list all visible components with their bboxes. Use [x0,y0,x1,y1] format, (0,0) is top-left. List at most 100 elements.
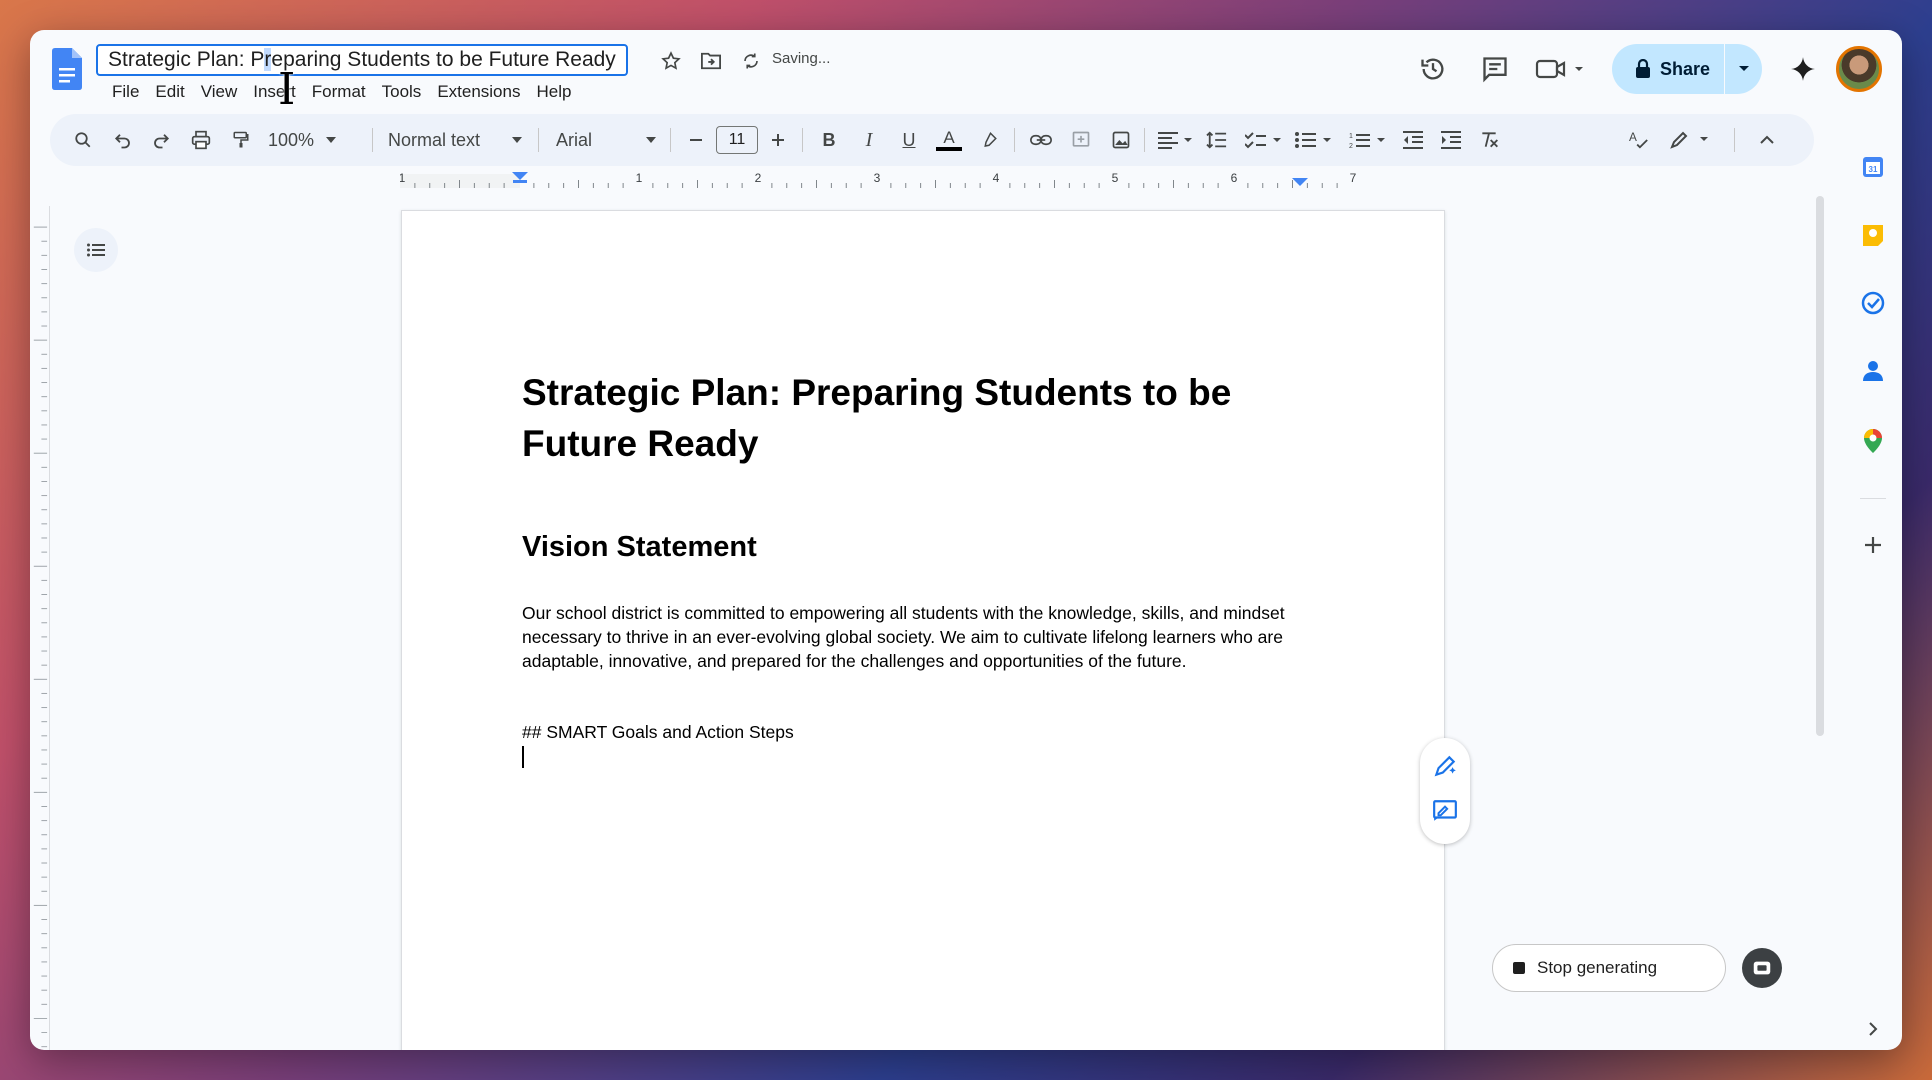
menu-bar: File Edit View Insert Format Tools Exten… [104,78,579,106]
insert-image-icon[interactable] [1106,114,1136,166]
document-heading-title: Strategic Plan: Preparing Students to be… [522,372,1232,464]
ruler-label: 2 [755,171,762,185]
svg-text:1: 1 [1349,133,1353,140]
saving-status: Saving... [772,50,831,67]
maps-icon[interactable] [1858,426,1888,456]
add-addon-plus-icon[interactable] [1858,530,1888,560]
print-icon[interactable] [186,114,216,166]
title-text-before: Strategic Plan: P [108,48,265,71]
ruler-label: 1 [400,171,406,185]
add-comment-icon[interactable] [1066,114,1096,166]
expand-panel-chevron-right-icon[interactable] [1858,1014,1888,1044]
version-history-icon[interactable] [1416,52,1450,86]
tasks-icon[interactable] [1858,288,1888,318]
increase-font-size-icon[interactable] [766,114,790,166]
highlight-color-icon[interactable] [974,114,1004,166]
outline-list-icon [87,243,105,257]
paint-format-icon[interactable] [226,114,256,166]
search-menus-icon[interactable] [68,114,98,166]
gemini-sparkle-icon[interactable] [1786,52,1820,86]
suggest-edits-icon[interactable] [1432,798,1458,829]
checklist-icon[interactable] [1242,114,1286,166]
redo-icon[interactable] [146,114,176,166]
menu-edit[interactable]: Edit [147,78,192,106]
docs-window: Strategic Plan: Preparing Students to be… [30,30,1902,1050]
help-me-write-icon[interactable] [1432,753,1458,784]
paragraph-style-value: Normal text [388,129,481,150]
menu-format[interactable]: Format [304,78,374,106]
ruler-label: 3 [874,171,881,185]
insert-link-icon[interactable] [1026,114,1056,166]
clear-formatting-icon[interactable] [1474,114,1504,166]
editing-mode-icon[interactable] [1666,114,1714,166]
hide-menus-chevron-up-icon[interactable] [1752,114,1782,166]
chevron-down-icon [512,137,522,143]
bulleted-list-icon[interactable] [1292,114,1336,166]
comments-icon[interactable] [1478,52,1512,86]
vision-paragraph: Our school district is committed to empo… [522,603,1285,671]
move-folder-icon[interactable] [698,48,724,74]
document-page[interactable]: Strategic Plan: Preparing Students to be… [401,210,1445,1050]
ruler-label: 1 [636,171,643,185]
chevron-down-icon [646,137,656,143]
share-button[interactable]: Share [1612,44,1762,94]
title-text-after: eparing Students to be Future Ready [271,48,616,71]
bold-icon[interactable]: B [814,114,844,166]
avatar[interactable] [1836,46,1882,92]
stop-generating-button[interactable]: Stop generating [1492,944,1726,992]
horizontal-ruler: 1 1 2 3 4 5 6 7 [400,171,1357,188]
text-cursor [522,746,524,768]
italic-icon[interactable]: I [854,114,884,166]
zoom-select[interactable]: 100% [268,114,356,166]
star-icon[interactable] [658,48,684,74]
assistant-app-icon[interactable] [1742,948,1782,988]
stop-generating-label: Stop generating [1537,958,1658,977]
spelling-check-icon[interactable]: A [1624,114,1654,166]
numbered-list-icon[interactable]: 12 [1346,114,1390,166]
menu-tools[interactable]: Tools [374,78,430,106]
underline-icon[interactable]: U [894,114,924,166]
svg-text:2: 2 [1349,143,1353,149]
share-dropdown-chevron-icon[interactable] [1725,65,1762,73]
font-family-value: Arial [556,129,593,150]
ruler-label: 4 [993,171,1000,185]
share-main[interactable]: Share [1612,59,1724,80]
docs-logo-icon[interactable] [52,48,82,90]
font-size-input[interactable]: 11 [716,126,758,154]
menu-help[interactable]: Help [528,78,579,106]
line-spacing-icon[interactable] [1202,114,1232,166]
svg-text:31: 31 [1869,165,1878,174]
text-color-icon[interactable]: A [932,114,966,166]
font-family-select[interactable]: Arial [556,114,656,166]
align-select-icon[interactable] [1154,114,1198,166]
menu-extensions[interactable]: Extensions [429,78,528,106]
floating-assist-bar [1420,738,1470,844]
vertical-scrollbar[interactable] [1816,196,1824,736]
app-header: Strategic Plan: Preparing Students to be… [30,30,1902,110]
sync-icon [738,48,764,74]
document-outline-button[interactable] [74,228,118,272]
contacts-icon[interactable] [1858,356,1888,386]
paragraph-style-select[interactable]: Normal text [388,114,522,166]
decrease-font-size-icon[interactable] [684,114,708,166]
right-indent-marker[interactable] [1292,178,1308,186]
keep-icon[interactable] [1858,220,1888,250]
formatting-toolbar: 100% Normal text Arial 11 B I U A 1 2 A [50,114,1814,166]
increase-indent-icon[interactable] [1436,114,1466,166]
undo-icon[interactable] [108,114,138,166]
meet-video-icon[interactable] [1530,52,1594,86]
ruler-label: 5 [1112,171,1119,185]
ruler-label: 7 [1350,171,1357,185]
menu-file[interactable]: File [104,78,147,106]
menu-view[interactable]: View [193,78,246,106]
mouse-ibeam-cursor-icon: I [278,64,296,115]
stop-square-icon [1513,962,1525,974]
decrease-indent-icon[interactable] [1398,114,1428,166]
vertical-ruler [33,206,50,1050]
calendar-icon[interactable]: 31 [1858,152,1888,182]
chevron-down-icon [326,137,337,143]
vision-statement-heading: Vision Statement [522,531,757,563]
document-title-input[interactable]: Strategic Plan: Preparing Students to be… [96,44,628,76]
smart-goals-line: ## SMART Goals and Action Steps [522,722,794,742]
lock-icon [1636,59,1650,78]
